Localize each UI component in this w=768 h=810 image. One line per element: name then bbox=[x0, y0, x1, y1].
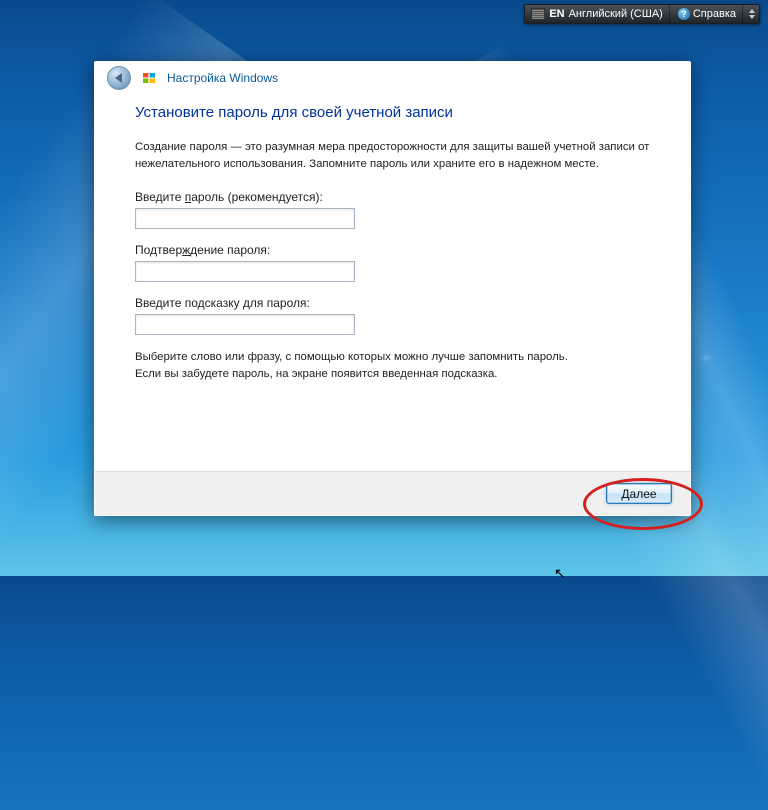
password-input[interactable] bbox=[135, 208, 355, 229]
confirm-password-input[interactable] bbox=[135, 261, 355, 282]
lang-code: EN bbox=[549, 8, 564, 20]
window-title: Настройка Windows bbox=[167, 71, 278, 85]
help-label: Справка bbox=[693, 8, 736, 20]
help-button[interactable]: ? Справка bbox=[672, 5, 743, 23]
back-button[interactable] bbox=[107, 66, 131, 90]
window-header: Настройка Windows bbox=[95, 62, 690, 94]
password-field-group: Введите пароль (рекомендуется): bbox=[135, 190, 650, 229]
hint-field-group: Введите подсказку для пароля: bbox=[135, 296, 650, 335]
page-description: Создание пароля — это разумная мера пред… bbox=[135, 139, 650, 172]
help-icon: ? bbox=[678, 8, 690, 20]
password-label: Введите пароль (рекомендуется): bbox=[135, 190, 650, 204]
back-arrow-icon bbox=[115, 73, 122, 83]
hint-help-text: Выберите слово или фразу, с помощью кото… bbox=[135, 349, 650, 382]
language-help-toolbar: EN Английский (США) ? Справка bbox=[524, 4, 760, 24]
page-heading: Установите пароль для своей учетной запи… bbox=[135, 104, 650, 121]
hint-input[interactable] bbox=[135, 314, 355, 335]
mouse-cursor-icon: ↖ bbox=[554, 565, 566, 582]
next-button[interactable]: Далее bbox=[606, 483, 672, 504]
setup-window: Настройка Windows Установите пароль для … bbox=[94, 61, 691, 516]
toolbar-dropdown[interactable] bbox=[745, 5, 759, 23]
confirm-password-label: Подтверждение пароля: bbox=[135, 243, 650, 257]
hint-label: Введите подсказку для пароля: bbox=[135, 296, 650, 310]
content-area: Установите пароль для своей учетной запи… bbox=[95, 94, 690, 382]
keyboard-icon bbox=[531, 8, 545, 20]
window-footer: Далее bbox=[95, 471, 690, 515]
language-selector[interactable]: EN Английский (США) bbox=[525, 5, 670, 23]
windows-logo-icon bbox=[141, 71, 157, 85]
lang-name: Английский (США) bbox=[569, 8, 663, 20]
confirm-password-field-group: Подтверждение пароля: bbox=[135, 243, 650, 282]
